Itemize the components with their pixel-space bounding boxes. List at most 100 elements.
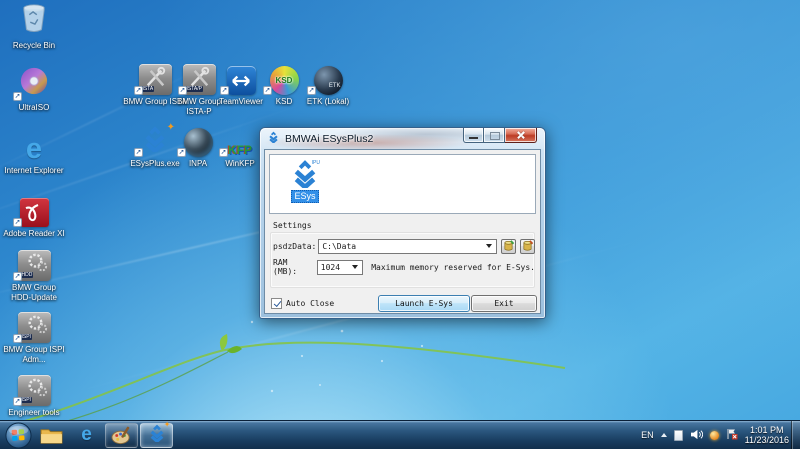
esysplus-window: BMWAi ESysPlus2 IPU ESys	[259, 127, 546, 319]
icon-label: Recycle Bin	[2, 41, 66, 51]
shortcut-arrow-icon	[178, 86, 187, 95]
desktop-icon-internet-explorer[interactable]: e Internet Explorer	[2, 129, 66, 176]
shortcut-arrow-icon	[134, 86, 143, 95]
icon-label: Engineer tools	[2, 408, 66, 418]
desktop-icon-bmw-ispi-admin[interactable]: ISPI BMW Group ISPI Adm...	[2, 308, 66, 364]
show-desktop-button[interactable]	[791, 421, 800, 449]
notes-tray-icon[interactable]	[674, 430, 683, 441]
profile-listview[interactable]: IPU ESys	[269, 154, 536, 214]
tray-time: 1:01 PM	[745, 425, 789, 436]
icon-label: Adobe Reader XI	[2, 229, 66, 239]
clock[interactable]: 1:01 PM 11/23/2016	[745, 425, 789, 446]
etk-disc-icon: ETK	[314, 66, 343, 95]
icon-badge: HDD	[21, 272, 34, 278]
tray-date: 11/23/2016	[745, 435, 789, 446]
auto-close-option[interactable]: Auto Close	[271, 298, 334, 309]
esys-logo-icon: IPU	[288, 159, 322, 190]
window-title: BMWAi ESysPlus2	[285, 133, 373, 145]
network-status-icon[interactable]	[710, 431, 719, 440]
taskbar-explorer-button[interactable]	[35, 423, 68, 448]
windows-logo-icon	[5, 422, 32, 449]
ksd-disc-icon: KSD	[270, 66, 299, 95]
desktop-icon-adobe-reader[interactable]: Adobe Reader XI	[2, 192, 66, 239]
icon-label: ETK (Lokal)	[296, 97, 360, 107]
window-client-area: IPU ESys Settings psdzData: C:\Data	[264, 149, 541, 314]
psdzdata-combobox[interactable]: C:\Data	[318, 239, 497, 254]
window-app-icon[interactable]	[267, 130, 280, 148]
psdzdata-add-button[interactable]	[501, 239, 516, 254]
etk-icon-text: ETK	[329, 83, 341, 89]
database-remove-icon	[522, 240, 533, 252]
auto-close-checkbox[interactable]	[271, 298, 282, 309]
desktop: Recycle Bin UltraISO e Internet Explorer	[0, 0, 800, 449]
esys-profile-item[interactable]: IPU ESys	[282, 159, 328, 203]
plus-star-icon: ✦	[164, 420, 171, 429]
esys-profile-label: ESys	[291, 190, 318, 203]
action-center-flag-icon[interactable]	[726, 428, 738, 442]
shortcut-arrow-icon	[13, 218, 22, 227]
shortcut-arrow-icon	[307, 86, 316, 95]
language-indicator[interactable]: EN	[641, 430, 654, 440]
minimize-button[interactable]	[463, 128, 484, 143]
shortcut-arrow-icon	[177, 148, 186, 157]
icon-badge: ISPI	[21, 334, 32, 340]
icon-badge: ISPI	[21, 397, 32, 403]
chevron-down-icon[interactable]	[352, 265, 358, 269]
icon-label: BMW Group HDD-Update	[2, 283, 66, 302]
ram-value: 1024	[321, 263, 340, 272]
ram-hint: Maximum memory reserved for E-Sys.	[371, 263, 535, 272]
shortcut-arrow-icon	[13, 272, 22, 281]
close-button[interactable]	[505, 128, 537, 143]
chevron-down-icon[interactable]	[486, 244, 492, 248]
volume-icon[interactable]	[690, 429, 703, 442]
settings-heading: Settings	[273, 221, 312, 230]
shortcut-arrow-icon	[134, 148, 143, 157]
taskbar-ie-button[interactable]: e	[70, 423, 103, 448]
desktop-icon-etk-lokal[interactable]: ETK ETK (Lokal)	[296, 60, 360, 107]
ultraiso-disc-icon	[19, 66, 49, 101]
esys-chevron-icon: ✦	[147, 424, 167, 447]
bmw-ispi-admin-icon: ISPI	[18, 312, 51, 343]
auto-close-label: Auto Close	[286, 299, 334, 308]
internet-explorer-icon: e	[81, 425, 92, 445]
engineer-tools-icon: ISPI	[18, 375, 51, 406]
ksd-icon-text: KSD	[276, 76, 293, 85]
shortcut-arrow-icon	[263, 86, 272, 95]
shortcut-arrow-icon	[220, 86, 229, 95]
maximize-button[interactable]	[484, 128, 505, 143]
icon-badge: ISTA	[142, 86, 155, 92]
database-add-icon	[503, 240, 514, 252]
desktop-icon-ultraiso[interactable]: UltraISO	[2, 66, 66, 113]
shortcut-arrow-icon	[13, 92, 22, 101]
internet-explorer-icon: e	[26, 134, 42, 164]
shortcut-arrow-icon	[219, 148, 228, 157]
ram-label: RAM (MB):	[273, 258, 315, 276]
icon-badge: ISTA/P	[186, 86, 203, 92]
desktop-icon-bmw-hdd-update[interactable]: HDD BMW Group HDD-Update	[2, 246, 66, 302]
psdzdata-remove-button[interactable]	[520, 239, 535, 254]
esys-logo-superscript: IPU	[312, 160, 320, 166]
exit-button[interactable]: Exit	[471, 295, 537, 312]
ram-combobox[interactable]: 1024	[317, 260, 363, 275]
launch-esys-button[interactable]: Launch E-Sys	[378, 295, 470, 312]
icon-label: BMW Group ISPI Adm...	[2, 345, 66, 364]
shortcut-arrow-icon	[13, 334, 22, 343]
system-tray: EN 1:01 PM 11/23/2016	[641, 421, 800, 449]
show-hidden-icons-arrow[interactable]	[661, 433, 667, 437]
taskbar-esys-button[interactable]: ✦	[140, 423, 173, 448]
desktop-icon-engineer-tools[interactable]: ISPI Engineer tools	[2, 371, 66, 418]
bmw-hdd-update-icon: HDD	[18, 250, 51, 281]
winkfp-icon: KFP	[228, 143, 252, 157]
taskbar: e ✦ EN	[0, 420, 800, 449]
psdzdata-value: C:\Data	[322, 242, 356, 251]
adobe-reader-icon	[20, 198, 49, 227]
taskbar-paint-button[interactable]	[105, 423, 138, 448]
icon-label: Internet Explorer	[2, 166, 66, 176]
start-button[interactable]	[3, 421, 33, 449]
icon-label: UltraISO	[2, 103, 66, 113]
folder-icon	[40, 426, 63, 445]
desktop-icon-recycle-bin[interactable]: Recycle Bin	[2, 4, 66, 51]
paint-palette-icon	[110, 425, 133, 446]
shortcut-arrow-icon	[13, 397, 22, 406]
recycle-bin-icon	[19, 1, 49, 39]
